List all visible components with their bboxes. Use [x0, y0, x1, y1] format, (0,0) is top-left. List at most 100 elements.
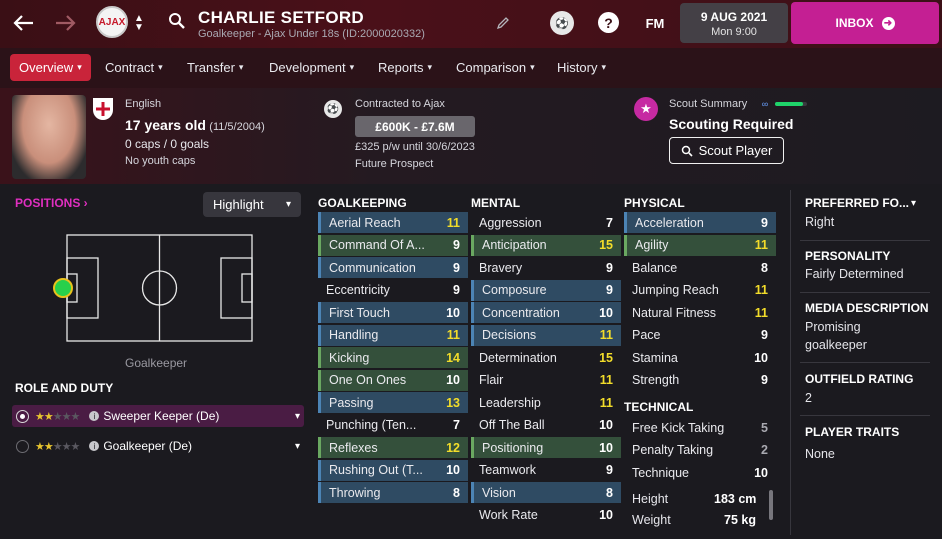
attribute-value: 2: [761, 443, 768, 457]
attribute-row[interactable]: Pace 9: [624, 325, 776, 346]
attribute-row[interactable]: Rushing Out (T... 10: [318, 459, 468, 481]
radio-icon[interactable]: [16, 439, 29, 453]
attribute-row[interactable]: Kicking 14: [318, 347, 468, 368]
attribute-name: Free Kick Taking: [632, 420, 725, 435]
back-arrow-icon[interactable]: [10, 10, 36, 36]
scrollbar[interactable]: [769, 490, 773, 520]
attribute-value: 9: [761, 328, 768, 342]
tab-comparison[interactable]: Comparison ▾: [447, 54, 544, 81]
attribute-name: Rushing Out (T...: [329, 463, 423, 477]
attribute-value: 7: [606, 215, 613, 230]
chevron-updown-icon[interactable]: ▲ ▼: [132, 10, 146, 36]
attribute-row[interactable]: Composure 9: [471, 279, 621, 301]
forward-arrow-icon[interactable]: [53, 10, 79, 36]
attribute-row[interactable]: Leadership 11: [471, 392, 621, 413]
attribute-row[interactable]: Command Of A... 9: [318, 234, 468, 256]
tab-development[interactable]: Development ▾: [260, 54, 363, 81]
role-row[interactable]: ★★★★★ i Goalkeeper (De) ▾: [12, 435, 304, 457]
attribute-row[interactable]: Eccentricity 9: [318, 280, 468, 301]
attribute-row[interactable]: Handling 11: [318, 324, 468, 346]
attribute-row[interactable]: One On Ones 10: [318, 369, 468, 391]
tab-label: Reports: [378, 60, 424, 75]
star-badge-icon: ★: [634, 97, 658, 121]
highlight-dropdown[interactable]: Highlight ▾: [203, 192, 301, 217]
attribute-row[interactable]: Teamwork 9: [471, 460, 621, 481]
attribute-name: Throwing: [329, 485, 381, 500]
attribute-row[interactable]: Reflexes 12: [318, 437, 468, 458]
attribute-row[interactable]: Concentration 10: [471, 302, 621, 323]
club-badge-icon[interactable]: AJAX: [96, 6, 128, 38]
tab-label: Transfer: [187, 60, 235, 75]
attribute-row[interactable]: Decisions 11: [471, 324, 621, 346]
edit-pencil-icon[interactable]: [494, 14, 512, 32]
height-value: 183 cm: [714, 492, 757, 506]
tab-history[interactable]: History ▾: [548, 54, 615, 81]
attribute-row[interactable]: Positioning 10: [471, 437, 621, 458]
attribute-row[interactable]: Aerial Reach 11: [318, 212, 468, 233]
attribute-row[interactable]: Vision 8: [471, 482, 621, 503]
attribute-row[interactable]: Flair 11: [471, 370, 621, 391]
info-icon[interactable]: i: [89, 441, 100, 451]
positions-header[interactable]: POSITIONS ›: [15, 196, 88, 210]
attribute-name: Penalty Taking: [632, 443, 714, 457]
attribute-value: 7: [453, 418, 460, 432]
radio-selected-icon[interactable]: [16, 409, 29, 423]
attribute-row[interactable]: Determination 15: [471, 347, 621, 368]
help-icon[interactable]: ?: [598, 12, 619, 33]
attribute-row[interactable]: Throwing 8: [318, 482, 468, 503]
attribute-row[interactable]: Stamina 10: [624, 347, 776, 368]
tab-contract[interactable]: Contract ▾: [96, 54, 172, 81]
attribute-row[interactable]: Punching (Ten... 7: [318, 415, 468, 436]
scout-player-button[interactable]: Scout Player: [669, 137, 784, 164]
attribute-row[interactable]: Acceleration 9: [624, 212, 776, 233]
chevron-down-icon[interactable]: ▾: [295, 411, 300, 422]
attribute-name: Jumping Reach: [632, 283, 719, 297]
attribute-row[interactable]: Balance 8: [624, 257, 776, 278]
chevron-down-icon: ▾: [349, 62, 355, 72]
player-value[interactable]: £600K - £7.6M: [355, 116, 475, 137]
attribute-value: 11: [754, 283, 768, 297]
height-label: Height: [632, 492, 669, 506]
attribute-row[interactable]: Work Rate 10: [471, 505, 621, 526]
attribute-row[interactable]: Jumping Reach 11: [624, 280, 776, 301]
attribute-row[interactable]: Passing 13: [318, 392, 468, 413]
club-crest-icon[interactable]: ⚽: [550, 11, 574, 35]
chevron-down-icon[interactable]: ▾: [295, 441, 300, 452]
attribute-row[interactable]: Communication 9: [318, 257, 468, 278]
attribute-value: 9: [606, 260, 613, 275]
attribute-row[interactable]: Natural Fitness 11: [624, 302, 776, 323]
role-row-selected[interactable]: ★★★★★ i Sweeper Keeper (De) ▾: [12, 405, 304, 427]
divider: [800, 292, 930, 293]
tab-transfer[interactable]: Transfer ▾: [178, 54, 252, 81]
goalkeeper-position-marker[interactable]: [53, 278, 73, 298]
attribute-value: 11: [446, 215, 460, 230]
fm-logo-icon[interactable]: FM: [641, 12, 669, 34]
attribute-name: Handling: [329, 328, 379, 342]
attribute-row[interactable]: First Touch 10: [318, 302, 468, 323]
attribute-value: 11: [599, 373, 613, 387]
attribute-row[interactable]: Free Kick Taking 5: [624, 417, 776, 438]
tab-overview[interactable]: Overview ▾: [10, 54, 91, 81]
tab-reports[interactable]: Reports ▾: [369, 54, 441, 81]
search-icon[interactable]: [166, 10, 188, 32]
chevron-down-icon[interactable]: ▾: [911, 198, 916, 209]
attribute-name: Leadership: [479, 395, 541, 410]
attribute-row[interactable]: Bravery 9: [471, 257, 621, 278]
info-icon[interactable]: i: [89, 411, 100, 421]
attribute-row[interactable]: Technique 10: [624, 462, 776, 483]
date-box[interactable]: 9 AUG 2021 Mon 9:00: [680, 3, 788, 43]
media-header: MEDIA DESCRIPTION: [805, 301, 929, 315]
physical-header: PHYSICAL: [624, 196, 685, 210]
attribute-row[interactable]: Off The Ball 10: [471, 415, 621, 436]
inbox-button[interactable]: INBOX ➜: [791, 2, 939, 44]
attribute-value: 10: [446, 305, 460, 320]
attribute-row[interactable]: Penalty Taking 2: [624, 440, 776, 461]
goalkeeping-header: GOALKEEPING: [318, 196, 407, 210]
technical-header: TECHNICAL: [624, 400, 694, 414]
attribute-row[interactable]: Agility 11: [624, 234, 776, 256]
mental-header: MENTAL: [471, 196, 521, 210]
attribute-row[interactable]: Strength 9: [624, 370, 776, 391]
attribute-row[interactable]: Anticipation 15: [471, 234, 621, 256]
attribute-name: Kicking: [329, 350, 370, 365]
attribute-row[interactable]: Aggression 7: [471, 212, 621, 233]
